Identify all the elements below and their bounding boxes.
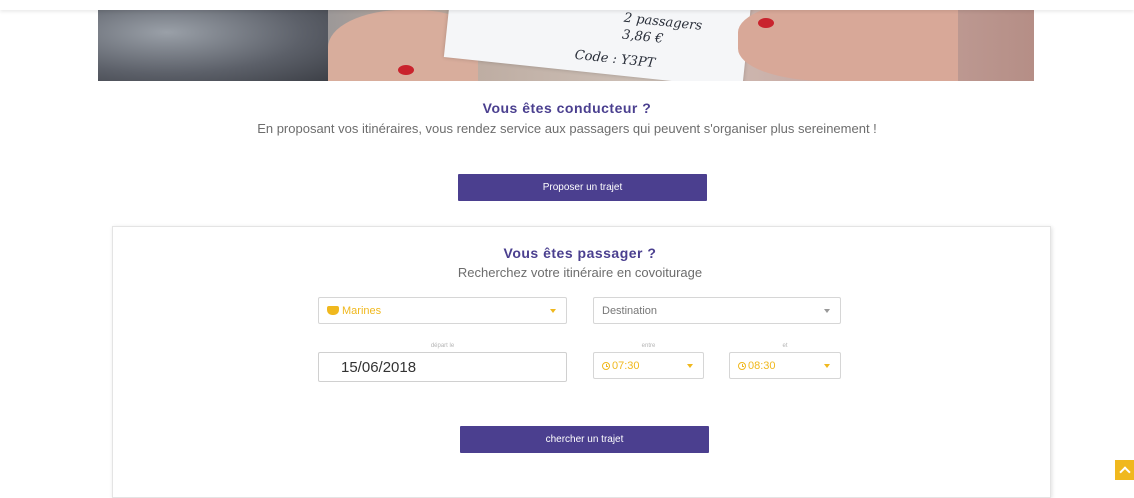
caret-down-icon (824, 364, 830, 368)
origin-select[interactable]: Marines (318, 297, 567, 324)
hero-nail (398, 65, 414, 75)
driver-section-title: Vous êtes conducteur ? (482, 100, 652, 116)
hero-ticket-line: 3,86 € (621, 27, 665, 47)
destination-select-placeholder: Destination (602, 304, 658, 317)
time-to-select[interactable]: 08:30 (729, 352, 841, 379)
destination-select[interactable]: Destination (593, 297, 841, 324)
passenger-section-subtitle: Recherchez votre itinéraire en covoitura… (457, 265, 703, 280)
scroll-to-top-button[interactable] (1115, 460, 1134, 480)
hero-ticket: 2 passagers 3,86 € Code : Y3PT (443, 0, 753, 81)
depart-date-label: départ le (430, 343, 455, 349)
hero-banner-image: 2 passagers 3,86 € Code : Y3PT (98, 0, 1034, 81)
hero-background (98, 0, 328, 81)
propose-trip-button[interactable]: Proposer un trajet (458, 174, 707, 201)
hero-ticket-line: Code : Y3PT (573, 47, 656, 72)
time-to-value: 08:30 (748, 359, 776, 372)
search-trip-button[interactable]: chercher un trajet (460, 426, 709, 453)
caret-down-icon (687, 364, 693, 368)
top-header-bar (0, 0, 1134, 10)
passenger-section-title: Vous êtes passager ? (503, 245, 657, 261)
caret-down-icon (550, 309, 556, 313)
origin-select-value: Marines (342, 304, 382, 317)
caret-down-icon (824, 309, 830, 313)
clock-icon (602, 361, 610, 370)
time-from-label: entre (641, 343, 656, 349)
flag-icon (327, 306, 339, 315)
hero-hand-right (738, 0, 958, 81)
time-from-select[interactable]: 07:30 (593, 352, 704, 379)
chevron-up-icon (1118, 466, 1131, 478)
depart-date-input[interactable]: 15/06/2018 (318, 352, 567, 382)
hero-nail (758, 18, 774, 28)
clock-icon (738, 361, 746, 370)
driver-section-subtitle: En proposant vos itinéraires, vous rende… (257, 121, 877, 136)
time-to-label: et (782, 343, 788, 349)
time-from-value: 07:30 (612, 359, 640, 372)
